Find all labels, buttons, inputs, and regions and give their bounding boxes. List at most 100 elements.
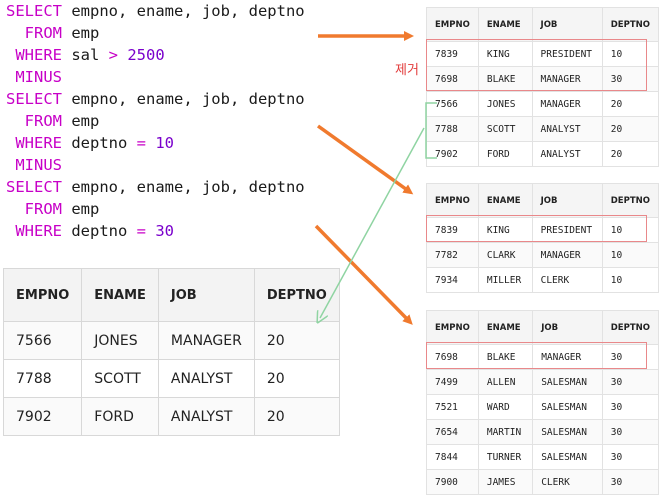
table-cell: 30 — [601, 444, 659, 470]
column-header: JOB — [531, 7, 603, 42]
sql-text: emp — [62, 112, 100, 130]
sql-keyword: MINUS — [6, 68, 62, 86]
table-cell: ALLEN — [477, 369, 534, 395]
table-cell: 10 — [601, 267, 659, 293]
sql-keyword: FROM — [6, 112, 62, 130]
sql-line: WHERE deptno = 30 — [6, 220, 305, 242]
table-cell: ANALYST — [157, 359, 255, 398]
table-cell: FORD — [477, 141, 533, 167]
sql-text: emp — [62, 200, 100, 218]
table-row: 7844 TURNER SALESMAN 30 — [426, 444, 659, 470]
sql-operator: = — [136, 222, 146, 240]
sql-keyword: WHERE — [6, 222, 62, 240]
table-cell: ANALYST — [531, 141, 603, 167]
sql-keyword: SELECT — [6, 178, 62, 196]
column-header: DEPTNO — [601, 310, 659, 345]
table-cell: 7844 — [426, 444, 479, 470]
sql-line: MINUS — [6, 66, 305, 88]
table-cell: 20 — [253, 321, 340, 360]
table-row: 7654 MARTIN SALESMAN 30 — [426, 419, 659, 445]
table-cell: SALESMAN — [532, 444, 603, 470]
table-cell: 30 — [601, 469, 659, 495]
table-cell: CLARK — [477, 242, 533, 268]
table-cell: SALESMAN — [532, 394, 603, 420]
table-cell: 7654 — [426, 419, 479, 445]
sql-text: deptno — [62, 222, 137, 240]
column-header: EMPNO — [2, 268, 83, 322]
table-header-row: EMPNO ENAME JOB DEPTNO — [426, 7, 659, 42]
sql-number: 10 — [146, 134, 174, 152]
column-header: JOB — [157, 268, 255, 322]
column-header: ENAME — [477, 183, 533, 218]
table-cell: JONES — [477, 91, 533, 117]
sql-line: SELECT empno, ename, job, deptno — [6, 0, 305, 22]
table-row: 7788 SCOTT ANALYST 20 — [426, 116, 659, 142]
table-row: 7782 CLARK MANAGER 10 — [426, 242, 659, 268]
table-cell: 7782 — [426, 242, 479, 268]
table-cell: JAMES — [477, 469, 534, 495]
table-row: 7902 FORD ANALYST 20 — [426, 141, 659, 167]
table-row: 7566 JONES MANAGER 20 — [2, 321, 340, 360]
column-header: EMPNO — [426, 7, 479, 42]
sql-line: FROM emp — [6, 22, 305, 44]
table-cell: CLERK — [531, 267, 603, 293]
column-header: DEPTNO — [601, 7, 659, 42]
table-row: 7566 JONES MANAGER 20 — [426, 91, 659, 117]
table-cell: 7934 — [426, 267, 479, 293]
sql-query-block: SELECT empno, ename, job, deptno FROM em… — [6, 0, 305, 242]
sql-keyword: WHERE — [6, 46, 62, 64]
table-cell: 30 — [601, 419, 659, 445]
sql-operator: > — [108, 46, 119, 64]
column-header: ENAME — [477, 310, 534, 345]
sql-line: MINUS — [6, 154, 305, 176]
sql-line: FROM emp — [6, 110, 305, 132]
table-deptno-30: EMPNO ENAME JOB DEPTNO 7698 BLAKE MANAGER 30 749… — [426, 310, 659, 495]
table-cell: FORD — [81, 397, 159, 436]
table-row: 7521 WARD SALESMAN 30 — [426, 394, 659, 420]
table-cell: ANALYST — [531, 116, 603, 142]
table-row: 7900 JAMES CLERK 30 — [426, 469, 659, 495]
table-cell: 20 — [601, 141, 659, 167]
sql-line: SELECT empno, ename, job, deptno — [6, 176, 305, 198]
column-header: DEPTNO — [601, 183, 659, 218]
sql-text: deptno — [62, 134, 137, 152]
column-header: JOB — [531, 183, 603, 218]
table-cell: 20 — [601, 91, 659, 117]
table-cell: 30 — [601, 394, 659, 420]
table-cell: 20 — [253, 397, 340, 436]
sql-text: empno, ename, job, deptno — [62, 2, 305, 20]
table-cell: JONES — [81, 321, 159, 360]
table-row: 7902 FORD ANALYST 20 — [2, 397, 340, 436]
table-row: 7788 SCOTT ANALYST 20 — [2, 359, 340, 398]
table-row: 7934 MILLER CLERK 10 — [426, 267, 659, 293]
column-header: DEPTNO — [253, 268, 340, 322]
table-cell: CLERK — [532, 469, 603, 495]
table-cell: 7499 — [426, 369, 479, 395]
table-cell: ANALYST — [157, 397, 255, 436]
table-cell: MANAGER — [157, 321, 255, 360]
table-cell: 7788 — [2, 359, 83, 398]
removed-rows-highlight — [426, 39, 647, 91]
column-header: ENAME — [81, 268, 159, 322]
blake-row-highlight — [426, 342, 647, 369]
sql-keyword: SELECT — [6, 90, 62, 108]
table-cell: 10 — [601, 242, 659, 268]
table-cell: 7566 — [2, 321, 83, 360]
sql-keyword: FROM — [6, 200, 62, 218]
table-cell: SALESMAN — [532, 419, 603, 445]
sql-line: WHERE deptno = 10 — [6, 132, 305, 154]
sql-keyword: SELECT — [6, 2, 62, 20]
table-cell: 7566 — [426, 91, 479, 117]
table-row: 7499 ALLEN SALESMAN 30 — [426, 369, 659, 395]
table-cell: WARD — [477, 394, 534, 420]
column-header: JOB — [532, 310, 603, 345]
table-cell: MANAGER — [531, 91, 603, 117]
sql-keyword: WHERE — [6, 134, 62, 152]
table-cell: 30 — [601, 369, 659, 395]
table-cell: 7900 — [426, 469, 479, 495]
table-cell: MANAGER — [531, 242, 603, 268]
table-cell: SALESMAN — [532, 369, 603, 395]
sql-number: 30 — [146, 222, 174, 240]
king-row-highlight — [426, 215, 647, 242]
remove-label: 제거 — [395, 63, 419, 78]
